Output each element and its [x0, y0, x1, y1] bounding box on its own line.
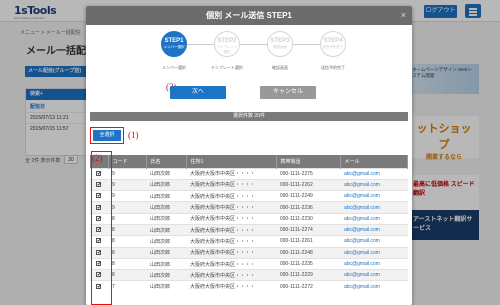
cell-code: 8 — [108, 257, 146, 270]
table-row[interactable]: ✔ 8 山田次郎 大阪府大阪市中央区・・・・ 090-1111-2229 abc@gmai… — [90, 269, 408, 281]
step-1: STEP1 メンバー選択 — [161, 31, 187, 57]
cell-code: 9 — [108, 190, 146, 202]
select-all-button[interactable]: 全選択 — [93, 130, 121, 141]
cell-code: 9 — [108, 178, 146, 191]
cell-code: 7 — [108, 280, 146, 293]
cell-code: 9 — [108, 167, 146, 180]
col-header-name[interactable]: 氏名 — [146, 155, 187, 168]
cell-email[interactable]: abc@gmail.com — [340, 269, 408, 281]
step-connector — [187, 44, 216, 45]
cell-code: 8 — [108, 235, 146, 248]
annotation-1: (1) — [128, 130, 139, 140]
cancel-button[interactable]: キャンセル — [260, 86, 316, 99]
cell-address: 大阪府大阪市中央区・・・・ — [186, 257, 276, 270]
cell-code: 8 — [108, 212, 146, 225]
cell-name: 山田次郎 — [146, 269, 186, 281]
table-header-row: コード 氏名 住所1 携帯電話 メール — [90, 155, 408, 168]
cell-code: 8 — [108, 269, 146, 281]
cell-email[interactable]: abc@gmail.com — [340, 280, 408, 293]
col-header-phone[interactable]: 携帯電話 — [276, 155, 341, 168]
step-1-caption: メンバー選択 — [162, 65, 186, 70]
col-header-address[interactable]: 住所1 — [186, 155, 277, 168]
cell-name: 山田次郎 — [146, 178, 186, 191]
step-2-caption: テンプレート選択 — [211, 65, 243, 70]
table-row[interactable]: ✔ 8 山田次郎 大阪府大阪市中央区・・・・ 090-1111-2230 abc@gmai… — [90, 212, 408, 225]
cell-name: 山田次郎 — [146, 190, 186, 202]
table-row[interactable]: ✔ 9 山田次郎 大阪府大阪市中央区・・・・ 090-1111-2236 abc@gmai… — [90, 201, 408, 214]
table-row[interactable]: ✔ 9 山田次郎 大阪府大阪市中央区・・・・ 090-1111-2275 abc@gmai… — [90, 167, 408, 180]
table-row[interactable]: ✔ 9 山田次郎 大阪府大阪市中央区・・・・ 090-1111-2249 abc@gmai… — [90, 190, 408, 202]
cell-name: 山田次郎 — [146, 212, 186, 225]
cell-email[interactable]: abc@gmail.com — [340, 235, 408, 248]
table-row[interactable]: ✔ 8 山田次郎 大阪府大阪市中央区・・・・ 090-1111-2274 abc@gmai… — [90, 223, 408, 236]
table-row[interactable]: ✔ 8 山田次郎 大阪府大阪市中央区・・・・ 090-1111-2261 abc@gmai… — [90, 235, 408, 248]
step-2: STEP2 テンプレート選択 — [214, 31, 240, 57]
step-connector — [240, 44, 269, 45]
cell-name: 山田次郎 — [146, 223, 186, 236]
next-button[interactable]: 次へ — [170, 86, 226, 99]
cell-email[interactable]: abc@gmail.com — [340, 212, 408, 225]
step-indicator: STEP1 メンバー選択 STEP2 テンプレート選択 STEP3 確認画面 S… — [86, 25, 412, 81]
cell-address: 大阪府大阪市中央区・・・・ — [186, 201, 276, 214]
annotation-box-2 — [91, 151, 112, 305]
cell-phone: 090-1111-2272 — [276, 280, 340, 293]
selected-count-bar: 選択件数 20件 — [90, 112, 408, 121]
col-header-email[interactable]: メール — [340, 155, 408, 168]
cell-name: 山田次郎 — [146, 235, 186, 248]
table-row[interactable]: ✔ 9 山田次郎 大阪府大阪市中央区・・・・ 090-1111-2262 abc@gmai… — [90, 178, 408, 191]
member-table: コード 氏名 住所1 携帯電話 メール ✔ 9 山田次郎 大阪府大阪市中央区・・・・ 0… — [90, 155, 408, 293]
cell-phone: 090-1111-2230 — [276, 212, 340, 225]
cell-address: 大阪府大阪市中央区・・・・ — [186, 223, 276, 236]
cell-phone: 090-1111-2249 — [276, 190, 340, 202]
cell-email[interactable]: abc@gmail.com — [340, 223, 408, 236]
close-icon[interactable]: × — [401, 6, 406, 25]
cell-phone: 090-1111-2275 — [276, 167, 340, 180]
mail-send-modal: 個別 メール送信 STEP1 × STEP1 メンバー選択 STEP2 テンプレ… — [86, 6, 412, 305]
cell-name: 山田次郎 — [146, 167, 186, 180]
cell-address: 大阪府大阪市中央区・・・・ — [186, 246, 276, 259]
cell-phone: 090-1111-2274 — [276, 223, 340, 236]
cell-address: 大阪府大阪市中央区・・・・ — [186, 235, 276, 248]
cell-address: 大阪府大阪市中央区・・・・ — [186, 167, 276, 180]
step-4: STEP4 送信予約完了 — [320, 31, 346, 57]
cell-email[interactable]: abc@gmail.com — [340, 257, 408, 270]
cell-code: 8 — [108, 246, 146, 259]
cell-name: 山田次郎 — [146, 257, 186, 270]
cell-phone: 090-1111-2235 — [276, 257, 340, 270]
cell-address: 大阪府大阪市中央区・・・・ — [186, 280, 276, 293]
step-connector — [293, 44, 322, 45]
cell-phone: 090-1111-2262 — [276, 178, 340, 191]
cell-phone: 090-1111-2229 — [276, 269, 340, 281]
cell-phone: 090-1111-2261 — [276, 235, 340, 248]
table-row[interactable]: ✔ 8 山田次郎 大阪府大阪市中央区・・・・ 090-1111-2235 abc@gmai… — [90, 257, 408, 270]
cell-phone: 090-1111-2236 — [276, 201, 340, 214]
cell-phone: 090-1111-2248 — [276, 246, 340, 259]
annotation-2: (2) — [92, 153, 103, 163]
cell-email[interactable]: abc@gmail.com — [340, 178, 408, 191]
cell-address: 大阪府大阪市中央区・・・・ — [186, 269, 276, 281]
cell-address: 大阪府大阪市中央区・・・・ — [186, 190, 276, 202]
cell-name: 山田次郎 — [146, 246, 186, 259]
cell-email[interactable]: abc@gmail.com — [340, 190, 408, 202]
cell-address: 大阪府大阪市中央区・・・・ — [186, 178, 276, 191]
cell-email[interactable]: abc@gmail.com — [340, 246, 408, 259]
modal-header: 個別 メール送信 STEP1 × — [86, 6, 412, 25]
col-header-code[interactable]: コード — [108, 155, 147, 168]
cell-code: 9 — [108, 201, 146, 214]
modal-title: 個別 メール送信 STEP1 — [206, 11, 292, 20]
cell-name: 山田次郎 — [146, 201, 186, 214]
step-3-caption: 確認画面 — [272, 65, 288, 70]
step-3: STEP3 確認画面 — [267, 31, 293, 57]
step-4-caption: 送信予約完了 — [321, 65, 345, 70]
cell-code: 8 — [108, 223, 146, 236]
cell-email[interactable]: abc@gmail.com — [340, 167, 408, 180]
cell-address: 大阪府大阪市中央区・・・・ — [186, 212, 276, 225]
cell-name: 山田次郎 — [146, 280, 186, 293]
cell-email[interactable]: abc@gmail.com — [340, 201, 408, 214]
table-row[interactable]: ✔ 8 山田次郎 大阪府大阪市中央区・・・・ 090-1111-2248 abc@gmai… — [90, 246, 408, 259]
table-row[interactable]: ✔ 7 山田次郎 大阪府大阪市中央区・・・・ 090-1111-2272 abc@gmai… — [90, 280, 408, 293]
